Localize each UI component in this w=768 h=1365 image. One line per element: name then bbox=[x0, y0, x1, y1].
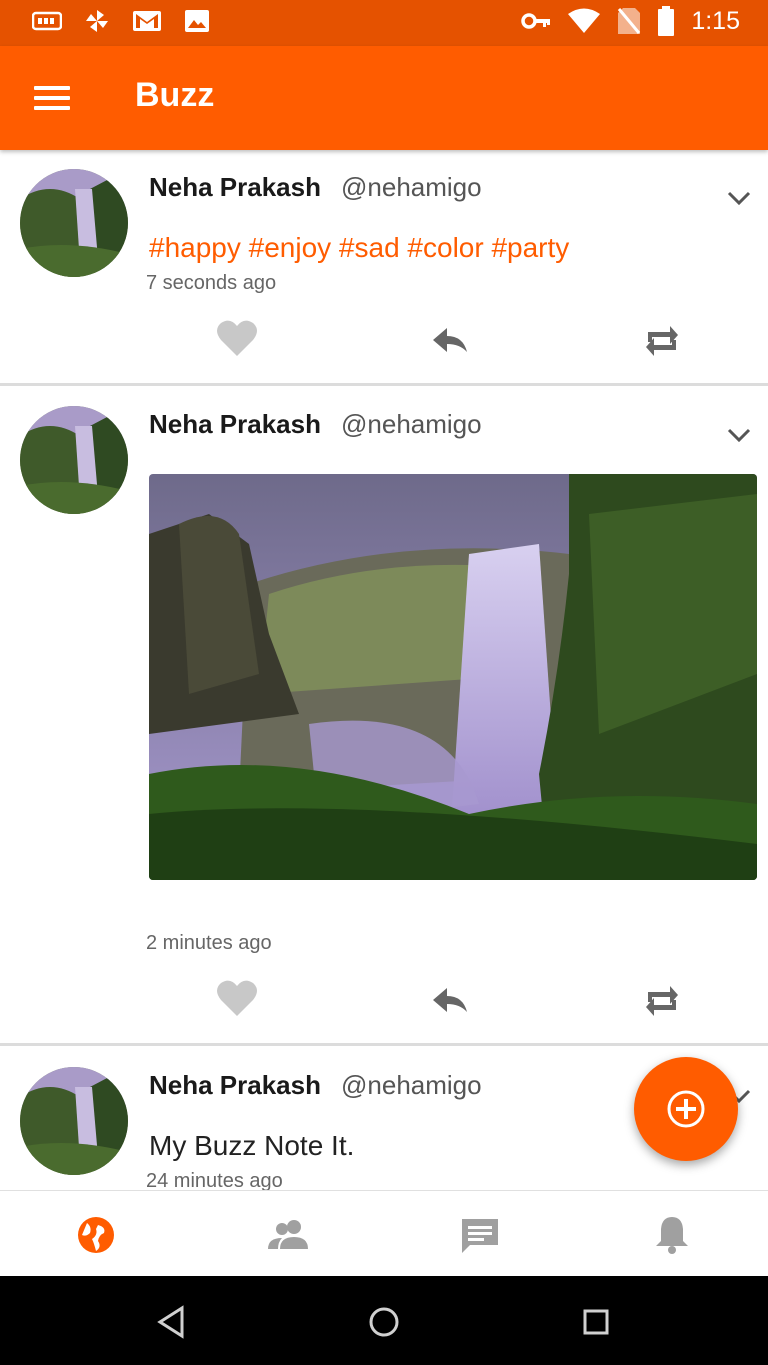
chevron-down-icon[interactable] bbox=[724, 425, 754, 445]
bottom-nav bbox=[0, 1190, 768, 1276]
app-title: Buzz bbox=[135, 76, 215, 114]
author-handle[interactable]: @nehamigo bbox=[341, 409, 482, 440]
post-card[interactable]: Neha Prakash @nehamigo 2 minutes ago bbox=[0, 386, 768, 1046]
avatar-waterfall-image bbox=[20, 1067, 128, 1175]
author-name[interactable]: Neha Prakash bbox=[149, 172, 321, 203]
no-sim-icon bbox=[618, 8, 641, 34]
back-icon[interactable] bbox=[154, 1304, 190, 1340]
avatar-waterfall-image bbox=[20, 406, 128, 514]
avatar-waterfall-image bbox=[20, 169, 128, 277]
system-nav-bar bbox=[0, 1276, 768, 1365]
post-timestamp: 2 minutes ago bbox=[146, 932, 272, 954]
home-icon[interactable] bbox=[366, 1304, 402, 1340]
reply-icon[interactable] bbox=[425, 978, 473, 1022]
avatar[interactable] bbox=[20, 406, 128, 514]
post-text[interactable]: My Buzz Note It. bbox=[149, 1130, 354, 1162]
heart-icon[interactable] bbox=[213, 976, 261, 1020]
repost-icon[interactable] bbox=[638, 976, 686, 1020]
chevron-down-icon[interactable] bbox=[724, 188, 754, 208]
status-bar: 1:15 bbox=[0, 0, 768, 46]
author-name[interactable]: Neha Prakash bbox=[149, 409, 321, 440]
author-handle[interactable]: @nehamigo bbox=[341, 1070, 482, 1101]
post-timestamp: 7 seconds ago bbox=[146, 272, 277, 294]
avatar[interactable] bbox=[20, 169, 128, 277]
buzz-screen: 1:15 Buzz Neha Prakash @nehamigo #happy … bbox=[0, 0, 768, 1365]
recents-icon[interactable] bbox=[578, 1304, 614, 1340]
compose-fab[interactable] bbox=[634, 1057, 738, 1161]
image-icon bbox=[185, 10, 209, 32]
repost-icon[interactable] bbox=[638, 316, 686, 360]
author-name[interactable]: Neha Prakash bbox=[149, 1070, 321, 1101]
author-handle[interactable]: @nehamigo bbox=[341, 172, 482, 203]
post-timestamp: 24 minutes ago bbox=[146, 1170, 283, 1190]
add-circle-icon bbox=[667, 1090, 705, 1128]
post-image[interactable] bbox=[149, 474, 757, 880]
post-hashtags[interactable]: #happy #enjoy #sad #color #party bbox=[149, 232, 569, 264]
hamburger-menu-icon[interactable] bbox=[24, 74, 80, 122]
bell-icon[interactable] bbox=[648, 1211, 696, 1259]
post-card[interactable]: Neha Prakash @nehamigo #happy #enjoy #sa… bbox=[0, 150, 768, 386]
feed[interactable]: Neha Prakash @nehamigo #happy #enjoy #sa… bbox=[0, 150, 768, 1190]
pinwheel-icon bbox=[86, 10, 108, 32]
heart-icon[interactable] bbox=[213, 316, 261, 360]
waterfall-photo bbox=[149, 474, 757, 880]
globe-icon[interactable] bbox=[72, 1211, 120, 1259]
wifi-icon bbox=[568, 8, 601, 33]
battery-icon bbox=[658, 6, 675, 36]
gmail-icon bbox=[133, 11, 161, 31]
reply-icon[interactable] bbox=[425, 318, 473, 362]
status-time: 1:15 bbox=[691, 6, 740, 35]
message-icon[interactable] bbox=[456, 1211, 504, 1259]
avatar[interactable] bbox=[20, 1067, 128, 1175]
people-icon[interactable] bbox=[264, 1211, 312, 1259]
keyboard-icon bbox=[32, 11, 62, 31]
app-bar: Buzz bbox=[0, 46, 768, 150]
vpn-key-icon bbox=[521, 13, 551, 29]
